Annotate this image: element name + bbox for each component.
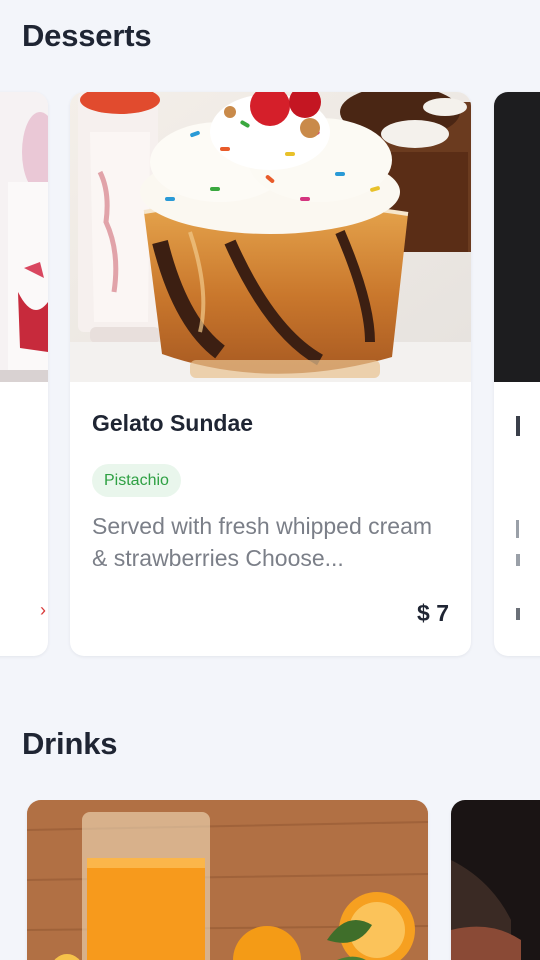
dessert-image-next [494, 92, 540, 382]
dessert-tag-badge: Pistachio [92, 464, 181, 497]
dessert-image-gelato-sundae [70, 92, 471, 382]
desserts-carousel[interactable]: › Gelato Sundae Pistachio Served with fr… [0, 90, 540, 660]
drink-image-next [451, 800, 540, 960]
dessert-card-previous[interactable]: › [0, 92, 48, 656]
drink-image-orange-juice [27, 800, 428, 960]
next-card-title-fragment [516, 416, 520, 436]
section-title-desserts: Desserts [22, 18, 152, 53]
dessert-description: Served with fresh whipped cream & strawb… [92, 513, 433, 571]
next-card-price-fragment [516, 608, 520, 620]
drinks-carousel[interactable] [0, 800, 540, 960]
menu-page: Desserts › Gelato Sundae Pistachio Serve… [0, 0, 540, 960]
dessert-price: $ 7 [417, 600, 449, 626]
dessert-card-next[interactable] [494, 92, 540, 656]
dessert-image-previous [0, 92, 48, 382]
dessert-card-gelato-sundae[interactable]: Gelato Sundae Pistachio Served with fres… [70, 92, 471, 656]
next-card-desc-fragment [516, 520, 519, 538]
section-title-drinks: Drinks [22, 726, 118, 761]
next-card-desc-fragment [516, 554, 520, 566]
dessert-name: Gelato Sundae [92, 410, 254, 436]
drink-card-next[interactable] [451, 800, 540, 960]
previous-card-price-fragment: › [40, 600, 46, 620]
drink-card-orange-juice[interactable] [27, 800, 428, 960]
